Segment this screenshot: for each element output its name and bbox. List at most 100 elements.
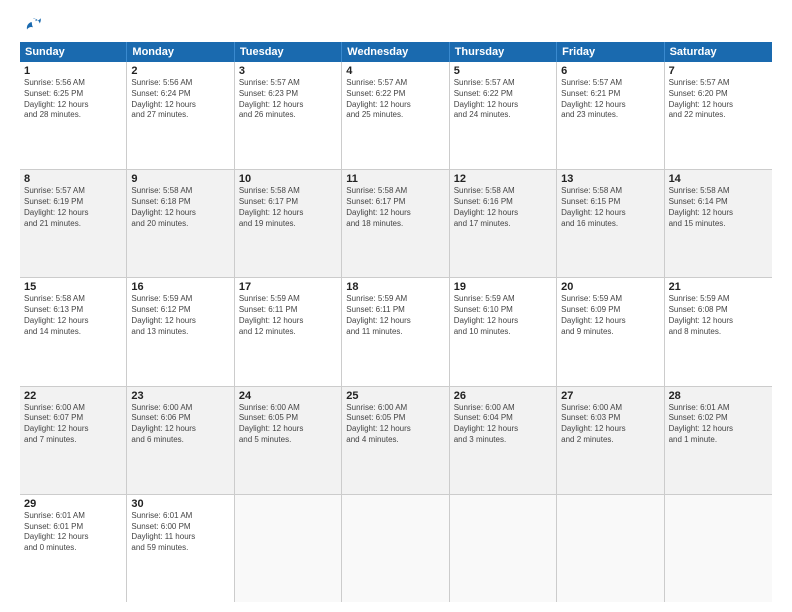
day-number: 6 [561, 65, 659, 77]
day-info: Sunrise: 6:00 AM Sunset: 6:03 PM Dayligh… [561, 403, 659, 446]
calendar-day-cell: 9Sunrise: 5:58 AM Sunset: 6:18 PM Daylig… [127, 170, 234, 277]
calendar-week-row: 15Sunrise: 5:58 AM Sunset: 6:13 PM Dayli… [20, 278, 772, 386]
logo [20, 16, 44, 34]
calendar-day-cell: 25Sunrise: 6:00 AM Sunset: 6:05 PM Dayli… [342, 387, 449, 494]
day-number: 29 [24, 498, 122, 510]
calendar-week-row: 29Sunrise: 6:01 AM Sunset: 6:01 PM Dayli… [20, 495, 772, 602]
logo-bird-icon [24, 16, 42, 34]
day-info: Sunrise: 5:59 AM Sunset: 6:11 PM Dayligh… [239, 294, 337, 337]
calendar-day-cell: 7Sunrise: 5:57 AM Sunset: 6:20 PM Daylig… [665, 62, 772, 169]
day-number: 3 [239, 65, 337, 77]
calendar-body: 1Sunrise: 5:56 AM Sunset: 6:25 PM Daylig… [20, 62, 772, 602]
calendar-day-cell: 3Sunrise: 5:57 AM Sunset: 6:23 PM Daylig… [235, 62, 342, 169]
calendar-day-cell: 18Sunrise: 5:59 AM Sunset: 6:11 PM Dayli… [342, 278, 449, 385]
calendar-day-cell: 13Sunrise: 5:58 AM Sunset: 6:15 PM Dayli… [557, 170, 664, 277]
day-of-week-header: Sunday [20, 42, 127, 62]
day-info: Sunrise: 5:58 AM Sunset: 6:18 PM Dayligh… [131, 186, 229, 229]
day-info: Sunrise: 5:59 AM Sunset: 6:08 PM Dayligh… [669, 294, 768, 337]
day-info: Sunrise: 5:57 AM Sunset: 6:22 PM Dayligh… [454, 78, 552, 121]
day-info: Sunrise: 5:58 AM Sunset: 6:14 PM Dayligh… [669, 186, 768, 229]
calendar-day-cell: 16Sunrise: 5:59 AM Sunset: 6:12 PM Dayli… [127, 278, 234, 385]
day-of-week-header: Saturday [665, 42, 772, 62]
calendar-day-cell: 14Sunrise: 5:58 AM Sunset: 6:14 PM Dayli… [665, 170, 772, 277]
calendar-day-cell: 21Sunrise: 5:59 AM Sunset: 6:08 PM Dayli… [665, 278, 772, 385]
calendar-day-cell: 26Sunrise: 6:00 AM Sunset: 6:04 PM Dayli… [450, 387, 557, 494]
day-info: Sunrise: 6:01 AM Sunset: 6:00 PM Dayligh… [131, 511, 229, 554]
calendar-day-cell: 28Sunrise: 6:01 AM Sunset: 6:02 PM Dayli… [665, 387, 772, 494]
calendar-day-cell: 29Sunrise: 6:01 AM Sunset: 6:01 PM Dayli… [20, 495, 127, 602]
calendar-day-cell: 15Sunrise: 5:58 AM Sunset: 6:13 PM Dayli… [20, 278, 127, 385]
day-of-week-header: Thursday [450, 42, 557, 62]
header [20, 16, 772, 34]
day-number: 16 [131, 281, 229, 293]
day-number: 8 [24, 173, 122, 185]
day-number: 7 [669, 65, 768, 77]
calendar-day-cell: 5Sunrise: 5:57 AM Sunset: 6:22 PM Daylig… [450, 62, 557, 169]
day-info: Sunrise: 5:58 AM Sunset: 6:17 PM Dayligh… [346, 186, 444, 229]
day-info: Sunrise: 6:00 AM Sunset: 6:05 PM Dayligh… [346, 403, 444, 446]
day-number: 27 [561, 390, 659, 402]
day-number: 25 [346, 390, 444, 402]
calendar-day-cell: 30Sunrise: 6:01 AM Sunset: 6:00 PM Dayli… [127, 495, 234, 602]
calendar-day-cell: 24Sunrise: 6:00 AM Sunset: 6:05 PM Dayli… [235, 387, 342, 494]
calendar-week-row: 22Sunrise: 6:00 AM Sunset: 6:07 PM Dayli… [20, 387, 772, 495]
calendar-day-cell: 11Sunrise: 5:58 AM Sunset: 6:17 PM Dayli… [342, 170, 449, 277]
day-of-week-header: Monday [127, 42, 234, 62]
day-number: 11 [346, 173, 444, 185]
day-info: Sunrise: 6:00 AM Sunset: 6:07 PM Dayligh… [24, 403, 122, 446]
empty-day-cell [665, 495, 772, 602]
day-number: 10 [239, 173, 337, 185]
empty-day-cell [450, 495, 557, 602]
day-number: 12 [454, 173, 552, 185]
day-number: 5 [454, 65, 552, 77]
day-number: 4 [346, 65, 444, 77]
day-info: Sunrise: 5:58 AM Sunset: 6:15 PM Dayligh… [561, 186, 659, 229]
calendar-day-cell: 2Sunrise: 5:56 AM Sunset: 6:24 PM Daylig… [127, 62, 234, 169]
calendar-day-cell: 6Sunrise: 5:57 AM Sunset: 6:21 PM Daylig… [557, 62, 664, 169]
day-number: 30 [131, 498, 229, 510]
day-number: 14 [669, 173, 768, 185]
calendar-day-cell: 4Sunrise: 5:57 AM Sunset: 6:22 PM Daylig… [342, 62, 449, 169]
day-number: 23 [131, 390, 229, 402]
day-info: Sunrise: 5:58 AM Sunset: 6:13 PM Dayligh… [24, 294, 122, 337]
day-number: 18 [346, 281, 444, 293]
day-number: 2 [131, 65, 229, 77]
day-info: Sunrise: 5:56 AM Sunset: 6:24 PM Dayligh… [131, 78, 229, 121]
calendar-header: SundayMondayTuesdayWednesdayThursdayFrid… [20, 42, 772, 62]
day-number: 17 [239, 281, 337, 293]
day-info: Sunrise: 6:00 AM Sunset: 6:04 PM Dayligh… [454, 403, 552, 446]
calendar-day-cell: 20Sunrise: 5:59 AM Sunset: 6:09 PM Dayli… [557, 278, 664, 385]
day-of-week-header: Friday [557, 42, 664, 62]
calendar-day-cell: 8Sunrise: 5:57 AM Sunset: 6:19 PM Daylig… [20, 170, 127, 277]
day-number: 13 [561, 173, 659, 185]
calendar-week-row: 8Sunrise: 5:57 AM Sunset: 6:19 PM Daylig… [20, 170, 772, 278]
day-info: Sunrise: 5:58 AM Sunset: 6:16 PM Dayligh… [454, 186, 552, 229]
day-number: 20 [561, 281, 659, 293]
calendar-day-cell: 22Sunrise: 6:00 AM Sunset: 6:07 PM Dayli… [20, 387, 127, 494]
day-info: Sunrise: 5:58 AM Sunset: 6:17 PM Dayligh… [239, 186, 337, 229]
day-info: Sunrise: 6:00 AM Sunset: 6:05 PM Dayligh… [239, 403, 337, 446]
day-number: 9 [131, 173, 229, 185]
day-info: Sunrise: 5:57 AM Sunset: 6:22 PM Dayligh… [346, 78, 444, 121]
day-number: 15 [24, 281, 122, 293]
day-of-week-header: Tuesday [235, 42, 342, 62]
day-info: Sunrise: 6:01 AM Sunset: 6:02 PM Dayligh… [669, 403, 768, 446]
empty-day-cell [235, 495, 342, 602]
calendar-day-cell: 23Sunrise: 6:00 AM Sunset: 6:06 PM Dayli… [127, 387, 234, 494]
calendar-day-cell: 1Sunrise: 5:56 AM Sunset: 6:25 PM Daylig… [20, 62, 127, 169]
day-info: Sunrise: 6:00 AM Sunset: 6:06 PM Dayligh… [131, 403, 229, 446]
day-number: 22 [24, 390, 122, 402]
day-info: Sunrise: 5:57 AM Sunset: 6:23 PM Dayligh… [239, 78, 337, 121]
day-info: Sunrise: 5:57 AM Sunset: 6:21 PM Dayligh… [561, 78, 659, 121]
day-info: Sunrise: 5:57 AM Sunset: 6:20 PM Dayligh… [669, 78, 768, 121]
day-of-week-header: Wednesday [342, 42, 449, 62]
day-number: 26 [454, 390, 552, 402]
calendar-day-cell: 12Sunrise: 5:58 AM Sunset: 6:16 PM Dayli… [450, 170, 557, 277]
day-info: Sunrise: 5:57 AM Sunset: 6:19 PM Dayligh… [24, 186, 122, 229]
calendar: SundayMondayTuesdayWednesdayThursdayFrid… [20, 42, 772, 602]
day-number: 28 [669, 390, 768, 402]
calendar-day-cell: 19Sunrise: 5:59 AM Sunset: 6:10 PM Dayli… [450, 278, 557, 385]
day-info: Sunrise: 5:56 AM Sunset: 6:25 PM Dayligh… [24, 78, 122, 121]
day-number: 19 [454, 281, 552, 293]
day-info: Sunrise: 5:59 AM Sunset: 6:11 PM Dayligh… [346, 294, 444, 337]
